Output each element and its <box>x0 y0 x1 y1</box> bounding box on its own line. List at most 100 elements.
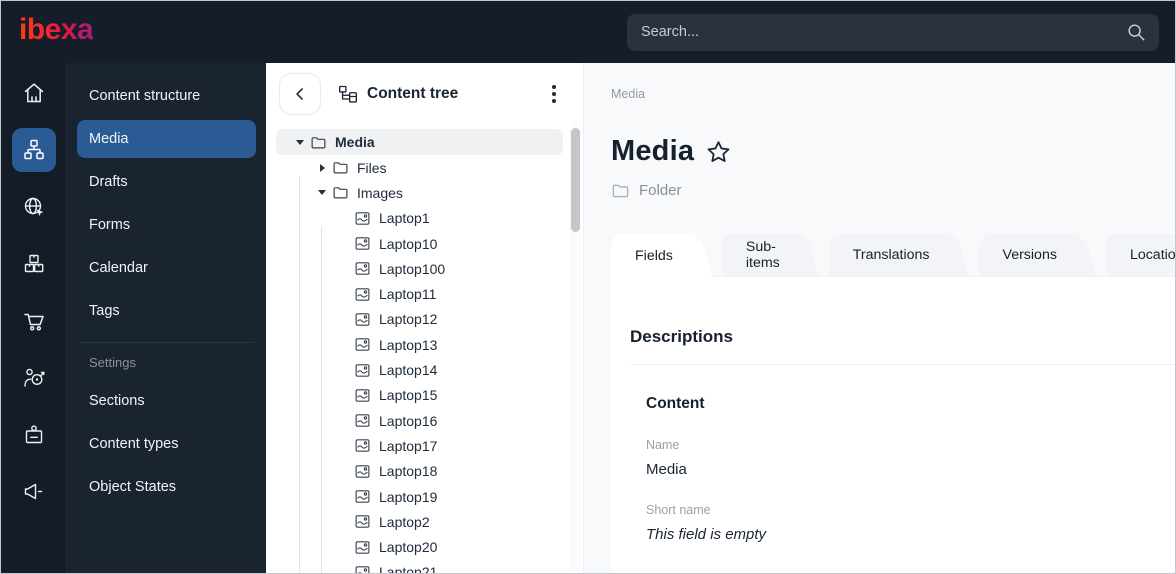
tab[interactable]: Fields <box>611 234 691 277</box>
tree-node[interactable]: Laptop15 <box>276 383 563 408</box>
sidebar-item[interactable]: Content structure <box>77 77 256 115</box>
product-catalog-icon[interactable] <box>12 242 56 286</box>
folder-icon <box>332 159 349 176</box>
tree-caret-icon[interactable] <box>336 408 352 433</box>
sidebar-item[interactable]: Sections <box>77 382 256 420</box>
tree-caret-icon[interactable] <box>292 129 308 155</box>
sidebar-item[interactable]: Forms <box>77 206 256 244</box>
campaigns-megaphone-icon[interactable] <box>12 470 56 514</box>
tree-caret-icon[interactable] <box>336 534 352 559</box>
tree-node[interactable]: Laptop12 <box>276 307 563 332</box>
sidebar-item[interactable]: Tags <box>77 292 256 330</box>
group-heading: Content <box>646 395 705 412</box>
page-title: Media <box>611 135 695 167</box>
content-tree-title: Content tree <box>367 85 459 102</box>
tree-node-label: Images <box>357 184 403 201</box>
tree-node[interactable]: Files <box>276 155 563 180</box>
tree-node[interactable]: Laptop11 <box>276 281 563 306</box>
sidebar-item[interactable]: Content types <box>77 425 256 463</box>
sidebar-settings-items: Sections Content types Object States <box>77 382 256 506</box>
tree-scrollbar-thumb[interactable] <box>571 128 580 232</box>
tree-node-label: Laptop15 <box>379 387 438 404</box>
tree-caret-icon[interactable] <box>336 256 352 281</box>
tree-node[interactable]: Laptop2 <box>276 509 563 534</box>
tab[interactable]: Versions <box>978 234 1075 276</box>
ibexa-logo[interactable]: ibexa <box>19 15 94 49</box>
tree-node[interactable]: Laptop17 <box>276 433 563 458</box>
image-icon <box>354 260 371 277</box>
tree-caret-icon[interactable] <box>336 459 352 484</box>
breadcrumb[interactable]: Media <box>611 87 1175 101</box>
tree-node-label: Laptop100 <box>379 260 446 277</box>
tab[interactable]: Sub-items <box>721 234 798 276</box>
sidebar-item-label: Object States <box>89 479 177 495</box>
search-icon[interactable] <box>1126 22 1146 42</box>
tab-bar: Fields Sub-items Translations Versions L… <box>611 234 1176 277</box>
global-search[interactable] <box>627 13 1159 51</box>
image-icon <box>354 488 371 505</box>
tree-caret-icon[interactable] <box>336 509 352 534</box>
sidebar-divider <box>79 342 254 343</box>
tab[interactable]: Locations <box>1105 234 1176 276</box>
tab-label: Locations <box>1129 247 1176 263</box>
tree-node-label: Laptop21 <box>379 564 438 574</box>
tree-node[interactable]: Laptop19 <box>276 484 563 509</box>
tree-caret-icon[interactable] <box>336 357 352 382</box>
tree-caret-icon[interactable] <box>336 383 352 408</box>
personalization-icon[interactable] <box>12 356 56 400</box>
search-input[interactable] <box>641 24 1126 40</box>
tree-caret-icon[interactable] <box>336 484 352 509</box>
tree-node[interactable]: Laptop13 <box>276 332 563 357</box>
sidebar-item[interactable]: Object States <box>77 468 256 506</box>
tree-node-label: Laptop17 <box>379 437 438 454</box>
commerce-cart-icon[interactable] <box>12 299 56 343</box>
tree-caret-icon[interactable] <box>336 433 352 458</box>
content-tree-panel: Content tree Media Files Images Laptop1 … <box>266 63 584 574</box>
tree-caret-icon[interactable] <box>336 307 352 332</box>
sidebar-item[interactable]: Calendar <box>77 249 256 287</box>
tree-caret-icon[interactable] <box>314 155 330 180</box>
tree-node-label: Files <box>357 159 387 176</box>
tree-options-kebab-icon[interactable] <box>544 79 564 109</box>
tree-node[interactable]: Laptop10 <box>276 231 563 256</box>
field-label: Short name <box>646 503 711 517</box>
sidebar-item[interactable]: Drafts <box>77 163 256 201</box>
ibexa-admin-window: ibexa Search... Content structure Media … <box>0 0 1176 574</box>
tree-caret-icon[interactable] <box>314 180 330 205</box>
tree-node-label: Laptop16 <box>379 412 438 429</box>
folder-icon <box>310 134 327 151</box>
tree-node[interactable]: Laptop18 <box>276 459 563 484</box>
sidebar-item-label: Drafts <box>89 174 128 190</box>
tree-node[interactable]: Laptop16 <box>276 408 563 433</box>
tree-caret-icon[interactable] <box>336 560 352 573</box>
sidebar-item[interactable]: Media <box>77 120 256 158</box>
tree-node[interactable]: Laptop100 <box>276 256 563 281</box>
tree-caret-icon[interactable] <box>336 231 352 256</box>
tree-node[interactable]: Images <box>276 180 563 205</box>
tree-caret-icon[interactable] <box>336 332 352 357</box>
tree-node[interactable]: Laptop14 <box>276 357 563 382</box>
tree-caret-icon[interactable] <box>336 206 352 231</box>
content-type-label: Folder <box>639 182 682 199</box>
admin-badge-icon[interactable] <box>12 413 56 457</box>
collapse-tree-button[interactable] <box>279 73 321 115</box>
folder-icon <box>332 184 349 201</box>
content-structure-icon[interactable] <box>11 128 56 172</box>
image-icon <box>354 387 371 404</box>
content-type-row: Folder <box>611 181 1175 200</box>
tree-node-label: Laptop14 <box>379 362 438 379</box>
image-icon <box>354 336 371 353</box>
tree-node[interactable]: Laptop20 <box>276 534 563 559</box>
tree-node[interactable]: Media <box>276 129 563 155</box>
sidebar-item-label: Sections <box>89 393 145 409</box>
image-icon <box>354 437 371 454</box>
site-globe-icon[interactable] <box>12 185 56 229</box>
tree-node[interactable]: Laptop1 <box>276 206 563 231</box>
tab[interactable]: Translations <box>828 234 948 276</box>
home-icon[interactable] <box>12 71 56 115</box>
tree-caret-icon[interactable] <box>336 281 352 306</box>
tree-node[interactable]: Laptop21 <box>276 560 563 574</box>
bookmark-star-icon[interactable] <box>705 139 732 166</box>
image-icon <box>354 539 371 556</box>
sidebar-menu: Content structure Media Drafts Forms Cal… <box>67 63 266 573</box>
